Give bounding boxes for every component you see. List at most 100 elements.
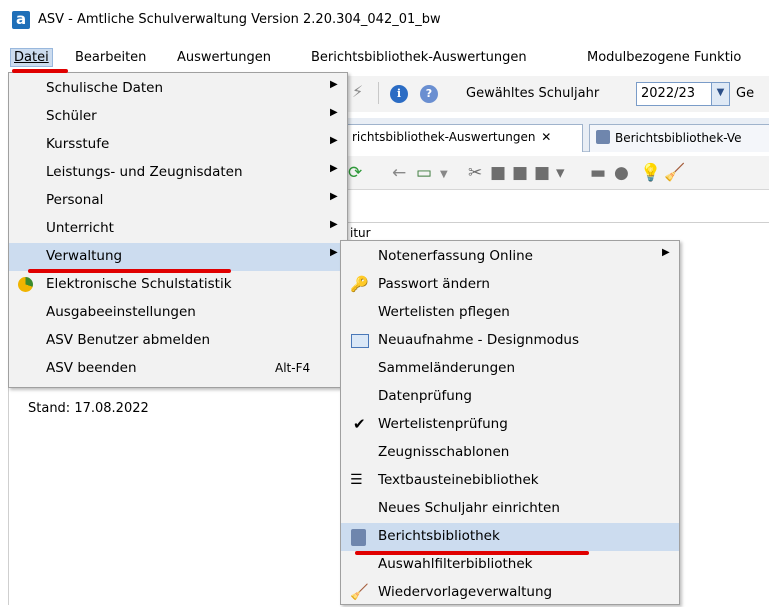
close-icon[interactable]: ✕	[541, 130, 551, 144]
help-icon[interactable]: ?	[420, 85, 438, 103]
annotation-underline-verwaltung	[28, 269, 231, 273]
menu-item-schueler[interactable]: Schüler ▶	[9, 103, 347, 131]
pie-chart-icon	[18, 277, 33, 292]
submenu-arrow-icon: ▶	[330, 135, 338, 146]
menu-modulbezogene-funktionen[interactable]: Modulbezogene Funktio	[584, 48, 744, 67]
submenu-arrow-icon: ▶	[330, 247, 338, 258]
menu-item-personal[interactable]: Personal ▶	[9, 187, 347, 215]
report-icon	[596, 130, 610, 144]
menu-item-label: Elektronische Schulstatistik	[46, 276, 232, 292]
datei-dropdown-menu: Schulische Daten ▶ Schüler ▶ Kursstufe ▶…	[8, 72, 348, 388]
menu-item-label: Zeugnisschablonen	[378, 444, 510, 460]
copy-icon[interactable]: ■	[490, 164, 506, 182]
submenu-item-neuaufnahme-designmodus[interactable]: Neuaufnahme - Designmodus	[341, 327, 679, 355]
menu-item-label: Wiedervorlageverwaltung	[378, 584, 553, 600]
app-logo-icon: a	[12, 11, 30, 29]
back-arrow-icon[interactable]: ←	[392, 164, 406, 182]
menu-item-label: Textbausteinebibliothek	[378, 472, 539, 488]
menu-item-verwaltung[interactable]: Verwaltung ▶	[9, 243, 347, 271]
menu-auswertungen[interactable]: Auswertungen	[174, 48, 274, 67]
submenu-item-auswahlfilterbibliothek[interactable]: Auswahlfilterbibliothek	[341, 551, 679, 579]
title-bar: a ASV - Amtliche Schulverwaltung Version…	[0, 0, 769, 40]
menu-item-label: Schüler	[46, 108, 97, 124]
menu-item-shortcut: Alt-F4	[275, 361, 311, 375]
submenu-item-passwort-aendern[interactable]: 🔑 Passwort ändern	[341, 271, 679, 299]
submenu-item-sammelaenderungen[interactable]: Sammeländerungen	[341, 355, 679, 383]
check-icon: ✔	[353, 415, 366, 433]
submenu-item-neues-schuljahr-einrichten[interactable]: Neues Schuljahr einrichten	[341, 495, 679, 523]
report-icon	[351, 529, 366, 546]
menu-item-label: ASV Benutzer abmelden	[46, 332, 211, 348]
view-icon[interactable]: ●	[614, 164, 629, 182]
submenu-item-wertelisten-pflegen[interactable]: Wertelisten pflegen	[341, 299, 679, 327]
annotation-underline-berichtsbibliothek	[355, 551, 589, 555]
print-icon[interactable]: ▬	[590, 164, 606, 182]
menu-bearbeiten[interactable]: Bearbeiten	[72, 48, 149, 67]
menu-item-label: ASV beenden	[46, 360, 137, 376]
submenu-item-wiedervorlageverwaltung[interactable]: 🧹 Wiedervorlageverwaltung	[341, 579, 679, 607]
annotation-underline-datei	[12, 69, 68, 73]
window-title: ASV - Amtliche Schulverwaltung Version 2…	[38, 12, 441, 27]
menu-item-label: Datenprüfung	[378, 388, 472, 404]
paste-icon[interactable]: ■	[512, 164, 528, 182]
pin-icon[interactable]: ▾	[556, 164, 565, 182]
menu-item-label: Personal	[46, 192, 104, 208]
left-pane	[8, 386, 340, 605]
menu-item-label: Unterricht	[46, 220, 114, 236]
submenu-item-zeugnisschablonen[interactable]: Zeugnisschablonen	[341, 439, 679, 467]
chevron-down-icon[interactable]: ▼	[711, 83, 729, 105]
schuljahr-label: Gewähltes Schuljahr	[466, 86, 600, 101]
menu-item-label: Wertelisten pflegen	[378, 304, 510, 320]
menu-item-label: Auswahlfilterbibliothek	[378, 556, 533, 572]
cut-icon[interactable]: ✂	[468, 164, 482, 182]
tab-label: richtsbibliothek-Auswertungen	[352, 130, 536, 144]
menu-berichtsbibliothek-auswertungen[interactable]: Berichtsbibliothek-Auswertungen	[308, 48, 530, 67]
menu-item-label: Sammeländerungen	[378, 360, 515, 376]
clipboard-icon[interactable]: ■	[534, 164, 550, 182]
menu-bar: Datei Bearbeiten Auswertungen Berichtsbi…	[0, 44, 769, 72]
menu-item-kursstufe[interactable]: Kursstufe ▶	[9, 131, 347, 159]
text-icon: ☰	[350, 472, 363, 488]
submenu-item-wertelistenpruefung[interactable]: ✔ Wertelistenprüfung	[341, 411, 679, 439]
menu-item-label: Neues Schuljahr einrichten	[378, 500, 560, 516]
menu-item-schulische-daten[interactable]: Schulische Daten ▶	[9, 75, 347, 103]
submenu-item-notenerfassung-online[interactable]: Notenerfassung Online ▶	[341, 243, 679, 271]
lightning-icon[interactable]: ⚡	[352, 82, 363, 101]
menu-item-label: Kursstufe	[46, 136, 110, 152]
submenu-arrow-icon: ▶	[330, 219, 338, 230]
menu-item-asv-beenden[interactable]: ASV beenden Alt-F4	[9, 355, 347, 383]
lightbulb-icon[interactable]: 💡	[640, 164, 661, 182]
new-document-icon[interactable]: ▭	[416, 164, 432, 182]
schuljahr-select[interactable]: 2022/23 ▼	[636, 82, 730, 106]
menu-item-unterricht[interactable]: Unterricht ▶	[9, 215, 347, 243]
menu-datei[interactable]: Datei	[10, 48, 53, 67]
menu-item-ausgabeeinstellungen[interactable]: Ausgabeeinstellungen	[9, 299, 347, 327]
chevron-down-icon[interactable]: ▼	[440, 166, 448, 184]
tab-label: Berichtsbibliothek-Ve	[615, 131, 742, 145]
content-header	[340, 198, 769, 223]
menu-item-label: Passwort ändern	[378, 276, 490, 292]
menu-item-label: Berichtsbibliothek	[378, 528, 500, 544]
submenu-arrow-icon: ▶	[330, 79, 338, 90]
tab-berichtsbibliothek-auswertungen[interactable]: richtsbibliothek-Auswertungen ✕	[345, 124, 583, 152]
submenu-item-datenpruefung[interactable]: Datenprüfung	[341, 383, 679, 411]
submenu-arrow-icon: ▶	[662, 247, 670, 258]
broom-icon[interactable]: 🧹	[664, 164, 685, 182]
submenu-arrow-icon: ▶	[330, 191, 338, 202]
menu-item-label: Verwaltung	[46, 248, 123, 264]
submenu-item-textbausteinebibliothek[interactable]: ☰ Textbausteinebibliothek	[341, 467, 679, 495]
form-icon	[351, 334, 369, 348]
info-icon[interactable]: i	[390, 85, 408, 103]
menu-item-label: Wertelistenprüfung	[378, 416, 508, 432]
refresh-icon[interactable]: ⟳	[348, 164, 362, 182]
submenu-item-berichtsbibliothek[interactable]: Berichtsbibliothek	[341, 523, 679, 551]
menu-item-leistungs-und-zeugnisdaten[interactable]: Leistungs- und Zeugnisdaten ▶	[9, 159, 347, 187]
menu-item-elektronische-schulstatistik[interactable]: Elektronische Schulstatistik	[9, 271, 347, 299]
toolbar-trailing-text: Ge	[736, 86, 755, 101]
tab-berichtsbibliothek-verwaltung[interactable]: Berichtsbibliothek-Ve	[589, 124, 769, 152]
menu-item-label: Notenerfassung Online	[378, 248, 533, 264]
partial-label: itur	[350, 226, 371, 240]
menu-item-asv-benutzer-abmelden[interactable]: ASV Benutzer abmelden	[9, 327, 347, 355]
broom-icon: 🧹	[350, 583, 369, 601]
menu-item-label: Schulische Daten	[46, 80, 164, 96]
